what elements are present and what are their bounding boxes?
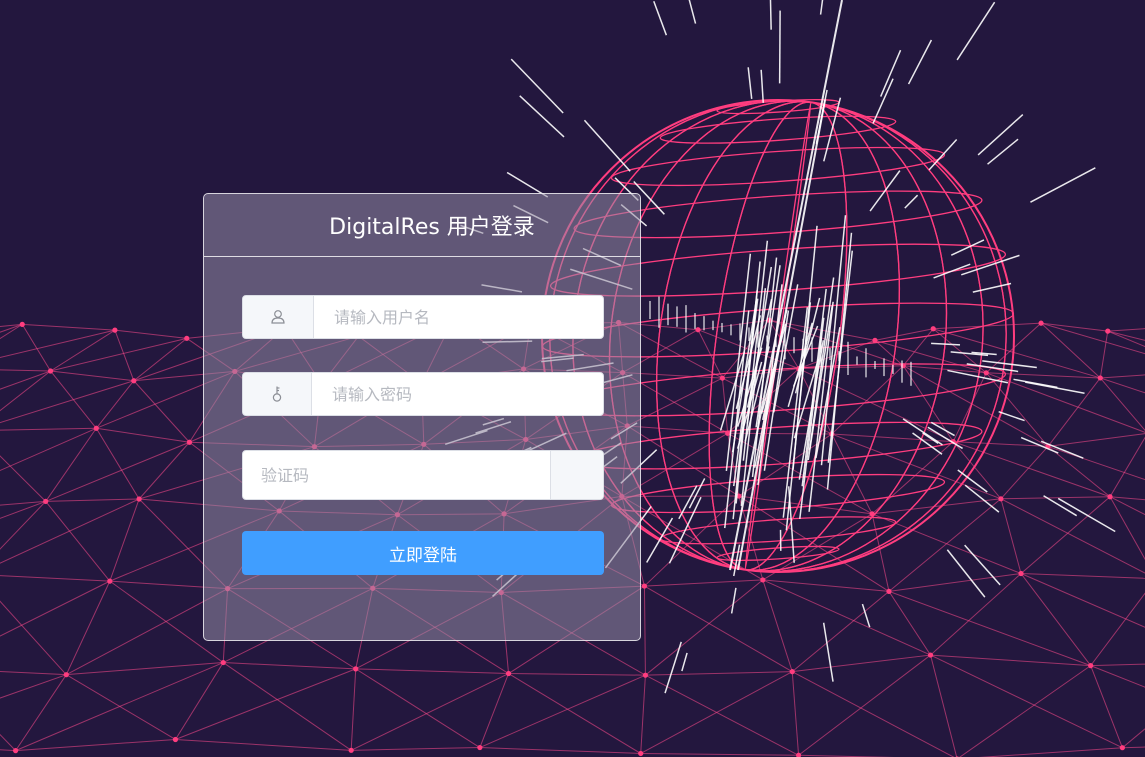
user-icon [271, 310, 285, 324]
login-button[interactable]: 立即登陆 [242, 531, 604, 575]
login-title: DigitalRes 用户登录 [329, 215, 535, 240]
password-addon [243, 373, 312, 415]
captcha-input[interactable] [243, 451, 550, 499]
password-field [242, 372, 604, 416]
username-field [242, 295, 604, 339]
login-header: DigitalRes 用户登录 [204, 194, 640, 257]
login-panel: DigitalRes 用户登录 立即登陆 [203, 193, 641, 641]
captcha-image[interactable] [550, 451, 603, 499]
username-input[interactable] [314, 296, 603, 338]
key-icon [272, 386, 282, 402]
password-input[interactable] [312, 373, 603, 415]
captcha-field [242, 450, 604, 500]
username-addon [243, 296, 314, 338]
